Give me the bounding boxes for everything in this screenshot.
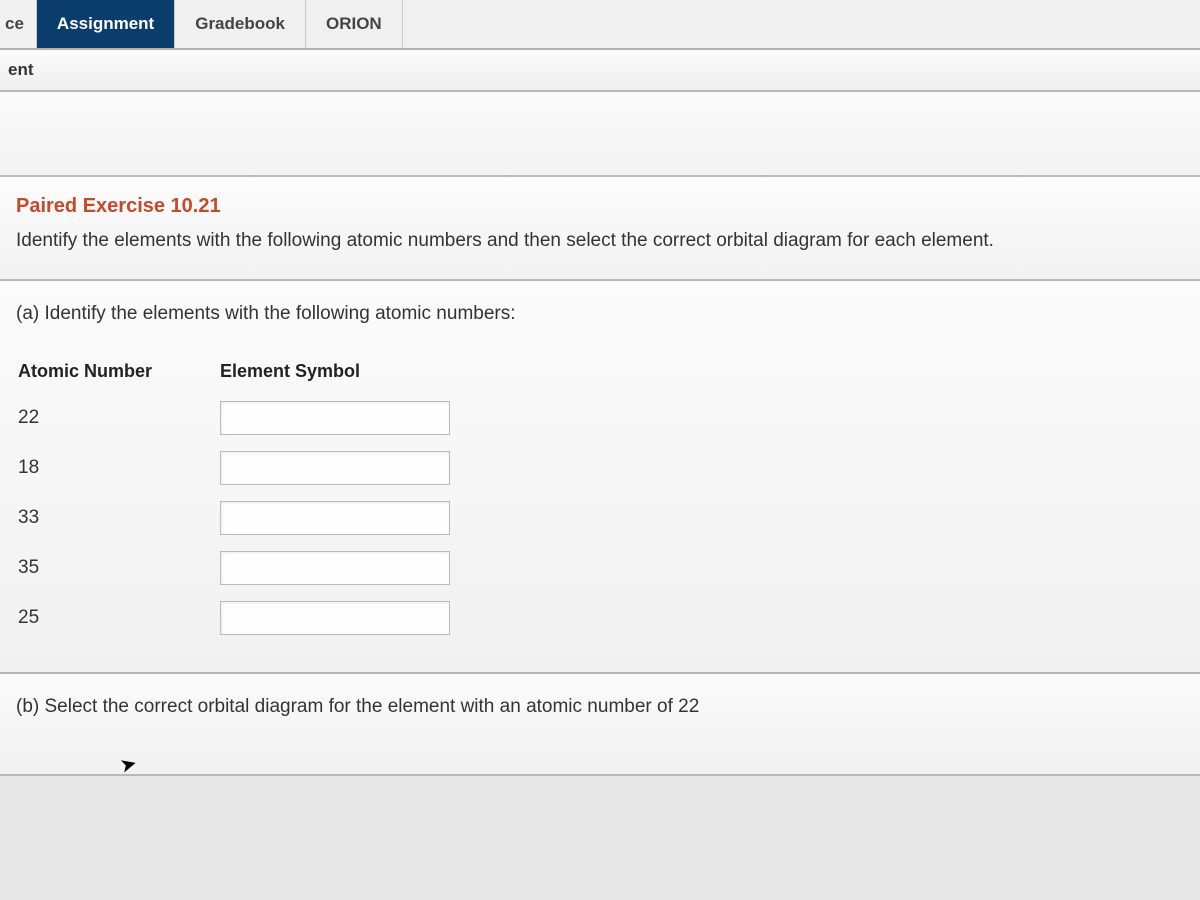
atomic-number-cell: 18 [18,444,218,492]
table-row: 18 [18,444,464,492]
exercise-title: Paired Exercise 10.21 [16,195,1184,218]
question-header: Paired Exercise 10.21 Identify the eleme… [0,177,1200,281]
part-b-label: (b) Select the correct orbital diagram f… [16,696,1184,718]
column-header-element-symbol: Element Symbol [220,355,464,392]
element-symbol-input[interactable] [220,551,450,585]
exercise-description: Identify the elements with the following… [16,228,1184,255]
atomic-number-cell: 25 [18,594,218,642]
sub-nav: ent [0,50,1200,92]
element-symbol-input[interactable] [220,601,450,635]
column-header-atomic-number: Atomic Number [18,355,218,392]
atomic-number-cell: 35 [18,544,218,592]
part-a-label: (a) Identify the elements with the follo… [16,303,1184,325]
atomic-number-cell: 33 [18,494,218,542]
toolbar-spacer [0,92,1200,177]
element-symbol-input[interactable] [220,401,450,435]
table-row: 35 [18,544,464,592]
element-table: Atomic Number Element Symbol 22 18 33 35 [16,353,466,644]
element-symbol-input[interactable] [220,501,450,535]
table-row: 25 [18,594,464,642]
tab-partial-left[interactable]: ce [0,0,37,48]
table-row: 22 [18,394,464,442]
main-nav: ce Assignment Gradebook ORION [0,0,1200,50]
tab-orion[interactable]: ORION [306,0,403,48]
tab-assignment[interactable]: Assignment [37,0,175,48]
sub-nav-label: ent [8,60,34,79]
table-row: 33 [18,494,464,542]
element-symbol-input[interactable] [220,451,450,485]
atomic-number-cell: 22 [18,394,218,442]
tab-gradebook[interactable]: Gradebook [175,0,306,48]
part-b-section: (b) Select the correct orbital diagram f… [0,674,1200,776]
part-a-section: (a) Identify the elements with the follo… [0,281,1200,674]
